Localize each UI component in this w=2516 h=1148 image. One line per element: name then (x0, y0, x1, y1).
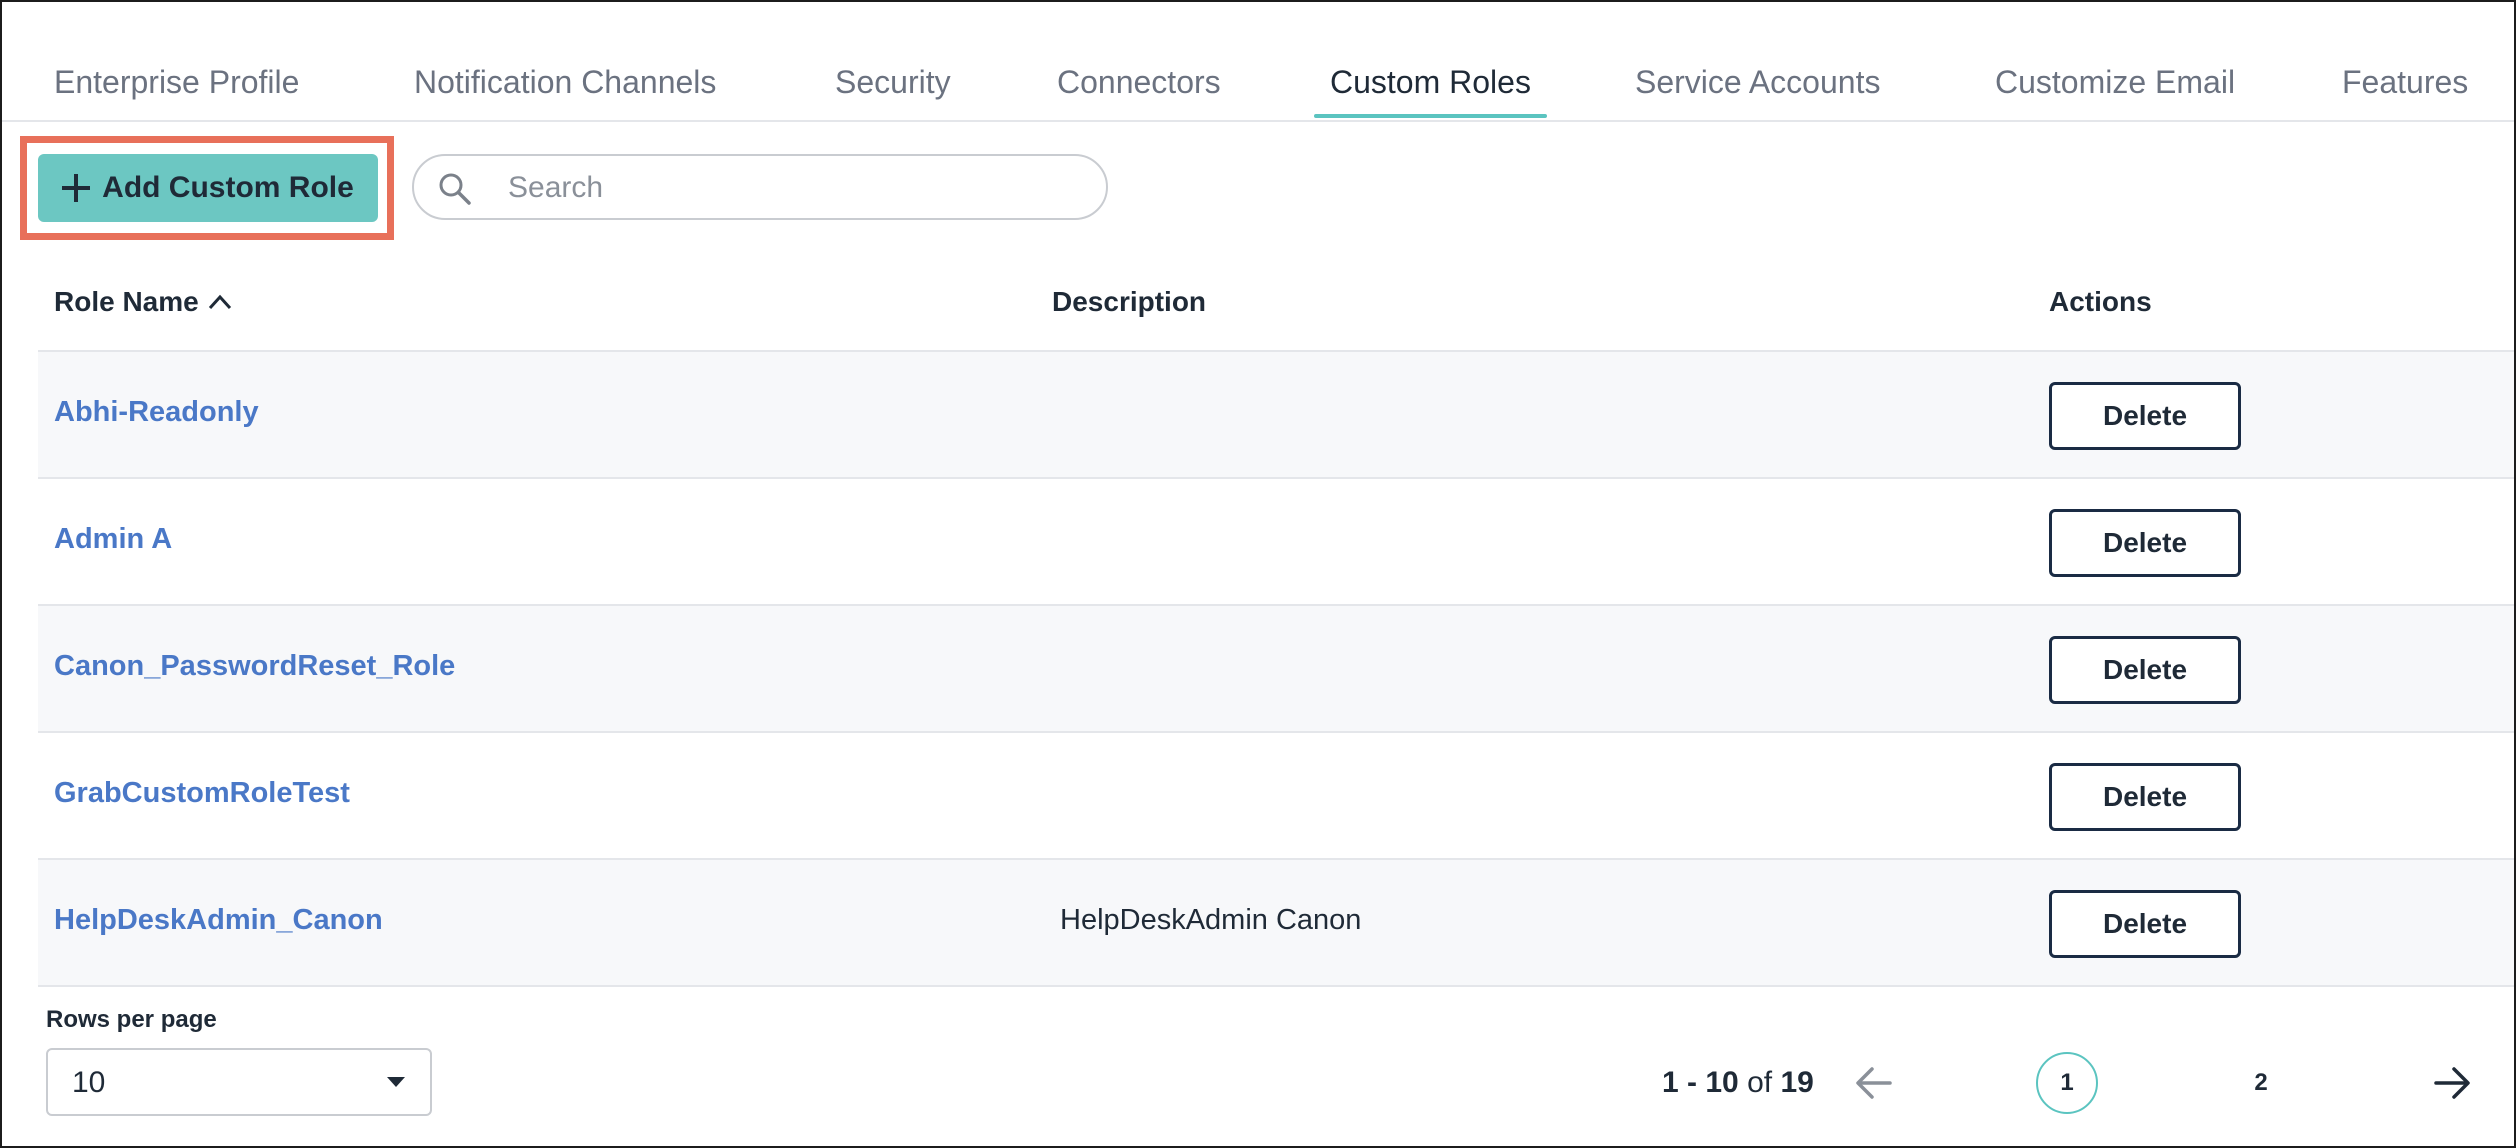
tab-customize-email[interactable]: Customize Email (1995, 64, 2235, 118)
page-button-1[interactable]: 1 (2036, 1052, 2098, 1114)
arrow-left-icon[interactable] (1854, 1064, 1894, 1102)
search-box (412, 154, 1108, 220)
tab-label: Service Accounts (1635, 64, 1881, 100)
column-header-label: Role Name (54, 286, 199, 317)
column-header-label: Description (1052, 286, 1207, 317)
tab-label: Security (835, 64, 951, 100)
range-total: 19 (1780, 1066, 1814, 1099)
custom-roles-table: Role Name Description Actions Abhi-Reado… (38, 264, 2514, 987)
delete-button[interactable]: Delete (2049, 382, 2241, 450)
pagination-range: 1 - 10 of 19 (1662, 1066, 1814, 1100)
rows-per-page-select[interactable]: 10 (46, 1048, 432, 1116)
delete-button[interactable]: Delete (2049, 636, 2241, 704)
caret-down-icon (387, 1077, 405, 1087)
role-description: HelpDeskAdmin Canon (1060, 904, 1362, 936)
table-row: HelpDeskAdmin_Canon HelpDeskAdmin Canon … (38, 860, 2514, 987)
rows-per-page-value: 10 (72, 1066, 106, 1099)
arrow-right-icon[interactable] (2432, 1064, 2472, 1102)
table-row: GrabCustomRoleTest Delete (38, 733, 2514, 860)
add-custom-role-button[interactable]: Add Custom Role (38, 154, 378, 222)
tab-features[interactable]: Features (2342, 64, 2468, 118)
role-name-link[interactable]: Admin A (54, 523, 172, 556)
tab-enterprise-profile[interactable]: Enterprise Profile (54, 64, 299, 118)
tab-service-accounts[interactable]: Service Accounts (1635, 64, 1880, 118)
column-header-description: Description (1052, 286, 1206, 318)
add-custom-role-label: Add Custom Role (102, 171, 354, 204)
role-name-link[interactable]: Canon_PasswordReset_Role (54, 650, 455, 683)
tab-security[interactable]: Security (835, 64, 951, 118)
tab-label: Enterprise Profile (54, 64, 300, 100)
column-header-label: Actions (2049, 286, 2152, 317)
tab-label: Connectors (1057, 64, 1221, 100)
role-name-link[interactable]: HelpDeskAdmin_Canon (54, 904, 383, 937)
plus-icon (62, 174, 91, 202)
page-button-2[interactable]: 2 (2230, 1052, 2292, 1114)
search-icon (439, 173, 471, 205)
column-header-role-name[interactable]: Role Name (54, 286, 233, 318)
role-name-link[interactable]: GrabCustomRoleTest (54, 777, 350, 810)
role-name-link[interactable]: Abhi-Readonly (54, 396, 259, 429)
settings-tabs: Enterprise Profile Notification Channels… (2, 2, 2514, 122)
table-row: Abhi-Readonly Delete (38, 352, 2514, 479)
delete-button[interactable]: Delete (2049, 763, 2241, 831)
active-tab-indicator (1314, 114, 1547, 118)
tab-connectors[interactable]: Connectors (1057, 64, 1221, 118)
tab-label: Features (2342, 64, 2469, 100)
range-of: of (1747, 1066, 1773, 1099)
custom-roles-page: Enterprise Profile Notification Channels… (0, 0, 2516, 1148)
range-start-end: 1 - 10 (1662, 1066, 1739, 1099)
table-header: Role Name Description Actions (38, 264, 2514, 352)
table-row: Admin A Delete (38, 479, 2514, 606)
tab-label: Custom Roles (1330, 64, 1531, 100)
delete-button[interactable]: Delete (2049, 509, 2241, 577)
tab-label: Notification Channels (414, 64, 717, 100)
tab-custom-roles[interactable]: Custom Roles (1314, 64, 1547, 118)
tab-label: Customize Email (1995, 64, 2236, 100)
tab-notification-channels[interactable]: Notification Channels (414, 64, 716, 118)
rows-per-page-label: Rows per page (46, 1006, 217, 1033)
column-header-actions: Actions (2049, 286, 2152, 318)
search-input[interactable] (506, 166, 1070, 210)
table-row: Canon_PasswordReset_Role Delete (38, 606, 2514, 733)
delete-button[interactable]: Delete (2049, 890, 2241, 958)
chevron-up-icon (208, 294, 231, 310)
